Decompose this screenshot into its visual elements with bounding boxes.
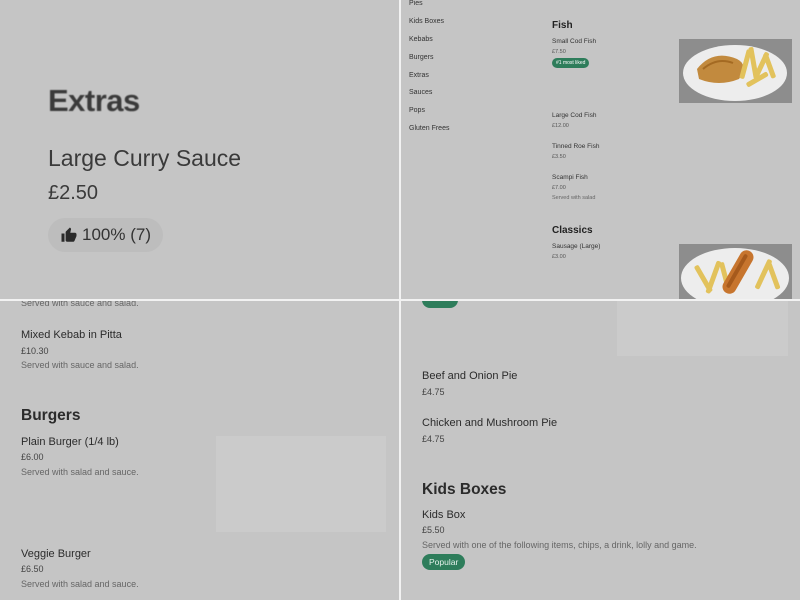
item-price-veggie-burger: £6.50 [21, 564, 44, 574]
section-title-burgers: Burgers [21, 407, 81, 424]
item-desc-scampi: Served with salad [552, 195, 596, 201]
item-image-placeholder [216, 436, 386, 532]
menu-overview-panel: Pies Kids Boxes Kebabs Burgers Extras Sa… [400, 0, 800, 300]
item-name-veggie-burger[interactable]: Veggie Burger [21, 548, 91, 560]
item-name-sausage[interactable]: Sausage (Large) [552, 243, 600, 250]
item-name-plain-burger[interactable]: Plain Burger (1/4 lb) [21, 436, 119, 448]
pies-kids-panel: Beef and Onion Pie £4.75 Chicken and Mus… [400, 300, 800, 600]
item-name-kids-box[interactable]: Kids Box [422, 509, 465, 521]
item-name-chicken-pie[interactable]: Chicken and Mushroom Pie [422, 417, 557, 429]
item-image-placeholder [617, 300, 788, 356]
nav-item-gluten-frees[interactable]: Gluten Frees [409, 125, 449, 132]
item-price-beef-pie: £4.75 [422, 387, 445, 397]
section-title-classics: Classics [552, 225, 593, 236]
section-title-kids-boxes: Kids Boxes [422, 481, 507, 498]
kebabs-burgers-panel: Served with sauce and salad. Mixed Kebab… [0, 300, 400, 600]
nav-item-sauces[interactable]: Sauces [409, 89, 432, 96]
badge-partial [422, 300, 458, 308]
item-price-chicken-pie: £4.75 [422, 434, 445, 444]
rating-text: 100% (7) [82, 225, 151, 244]
item-name-large-cod[interactable]: Large Cod Fish [552, 112, 596, 119]
sausage-and-chips-image [679, 244, 792, 300]
item-price-small-cod: £7.50 [552, 49, 566, 55]
item-price-scampi: £7.00 [552, 185, 566, 191]
item-desc-plain-burger: Served with salad and sauce. [21, 467, 139, 477]
fish-and-chips-image [679, 39, 792, 103]
item-name[interactable]: Large Curry Sauce [48, 145, 241, 172]
nav-item-burgers[interactable]: Burgers [409, 54, 434, 61]
horizontal-divider [0, 299, 800, 301]
popular-badge: Popular [422, 554, 466, 570]
item-desc-veggie-burger: Served with salad and sauce. [21, 579, 139, 589]
item-name-scampi[interactable]: Scampi Fish [552, 174, 588, 181]
item-price-kids-box: £5.50 [422, 525, 445, 535]
item-name-small-cod[interactable]: Small Cod Fish [552, 38, 596, 45]
rating-badge: 100% (7) [48, 218, 163, 252]
item-desc-partial: Served with sauce and salad. [21, 300, 139, 308]
item-price-large-cod: £12.00 [552, 123, 569, 129]
item-price-plain-burger: £6.00 [21, 452, 44, 462]
section-title-extras: Extras [48, 83, 140, 118]
item-name-tinned-roe[interactable]: Tinned Roe Fish [552, 143, 599, 150]
nav-item-pops[interactable]: Pops [409, 107, 425, 114]
item-price: £2.50 [48, 182, 99, 204]
most-liked-badge: #1 most liked [552, 58, 590, 68]
zoomed-item-panel: Extras Large Curry Sauce £2.50 100% (7) [0, 0, 400, 300]
thumbs-up-icon [61, 227, 77, 242]
item-price-tinned-roe: £3.50 [552, 154, 566, 160]
item-price-mixed-kebab: £10.30 [21, 346, 49, 356]
nav-item-kebabs[interactable]: Kebabs [409, 36, 433, 43]
section-title-fish: Fish [552, 20, 573, 31]
item-desc-mixed-kebab: Served with sauce and salad. [21, 360, 139, 370]
nav-item-extras[interactable]: Extras [409, 72, 429, 79]
item-name-beef-pie[interactable]: Beef and Onion Pie [422, 370, 517, 382]
item-name-mixed-kebab[interactable]: Mixed Kebab in Pitta [21, 329, 122, 341]
item-price-sausage: £3.00 [552, 254, 566, 260]
item-desc-kids-box: Served with one of the following items, … [422, 540, 697, 550]
nav-item-kids-boxes[interactable]: Kids Boxes [409, 18, 444, 25]
nav-item-pies[interactable]: Pies [409, 0, 423, 7]
